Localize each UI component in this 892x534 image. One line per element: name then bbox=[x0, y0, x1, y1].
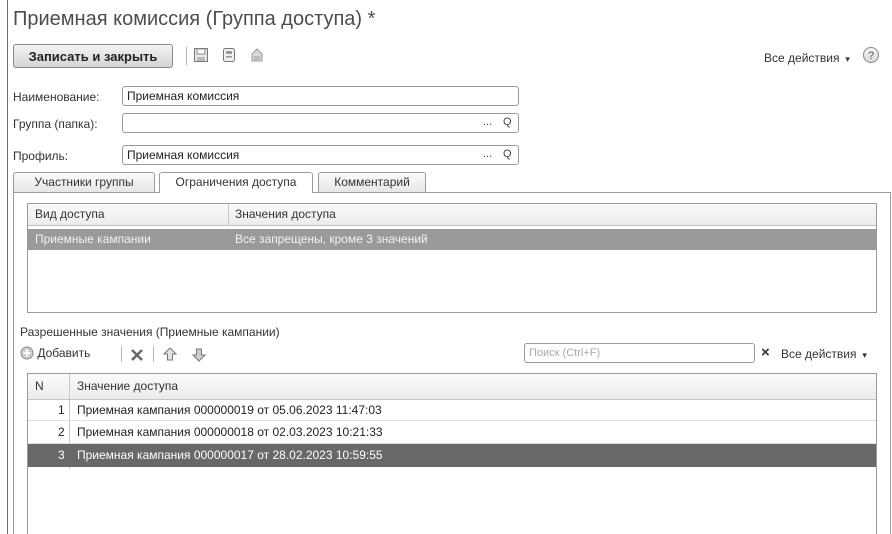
profile-label: Профиль: bbox=[13, 149, 69, 163]
group-field[interactable]: ... Q bbox=[122, 113, 519, 133]
column-divider bbox=[228, 204, 229, 225]
tab-comment[interactable]: Комментарий bbox=[318, 172, 426, 192]
column-access-type[interactable]: Вид доступа bbox=[35, 204, 105, 225]
move-up-icon[interactable] bbox=[163, 347, 177, 362]
access-type-cell: Приемные кампании bbox=[35, 232, 151, 246]
chevron-down-icon: ▾ bbox=[859, 350, 867, 360]
row-value: Приемная кампания 000000019 от 05.06.202… bbox=[77, 403, 382, 417]
window-title: Приемная комиссия (Группа доступа) * bbox=[13, 8, 376, 30]
column-access-value[interactable]: Значение доступа bbox=[77, 374, 178, 399]
tab-participants[interactable]: Участники группы bbox=[13, 172, 155, 192]
post-icon[interactable] bbox=[249, 47, 265, 63]
save-copy-icon[interactable] bbox=[221, 47, 237, 63]
table-row[interactable]: 3 Приемная кампания 000000017 от 28.02.2… bbox=[28, 444, 876, 467]
access-values-cell: Все запрещены, кроме 3 значений bbox=[235, 232, 428, 246]
delete-icon[interactable] bbox=[130, 348, 144, 362]
toolbar-separator bbox=[121, 346, 122, 362]
table-row[interactable]: Приемные кампании Все запрещены, кроме 3… bbox=[28, 229, 876, 250]
table-header: N Значение доступа bbox=[28, 374, 876, 400]
row-value: Приемная кампания 000000017 от 28.02.202… bbox=[77, 448, 383, 462]
all-actions-menu[interactable]: Все действия ▾ bbox=[764, 51, 850, 65]
row-number: 1 bbox=[58, 403, 65, 417]
chevron-down-icon: ▾ bbox=[842, 54, 850, 64]
profile-open-button[interactable]: Q bbox=[503, 148, 512, 162]
help-button[interactable]: ? bbox=[863, 47, 879, 63]
group-open-button[interactable]: Q bbox=[503, 116, 512, 130]
row-number: 3 bbox=[58, 448, 65, 462]
search-input[interactable]: Поиск (Ctrl+F) bbox=[524, 343, 755, 363]
add-button[interactable]: Добавить bbox=[20, 346, 90, 364]
all-actions-label: Все действия bbox=[764, 51, 840, 65]
profile-field[interactable]: Приемная комиссия ... Q bbox=[122, 145, 519, 165]
profile-select-button[interactable]: ... bbox=[483, 148, 492, 162]
toolbar-separator bbox=[153, 346, 154, 362]
save-and-close-button[interactable]: Записать и закрыть bbox=[13, 44, 173, 68]
save-icon[interactable] bbox=[193, 47, 209, 63]
add-label: Добавить bbox=[37, 346, 91, 360]
allowed-values-table[interactable]: N Значение доступа 1 Приемная кампания 0… bbox=[27, 373, 877, 534]
column-access-values[interactable]: Значения доступа bbox=[235, 204, 336, 225]
access-types-table[interactable]: Вид доступа Значения доступа Приемные ка… bbox=[27, 203, 877, 313]
clear-search-button[interactable]: × bbox=[761, 344, 770, 361]
toolbar-separator bbox=[186, 47, 187, 65]
name-label: Наименование: bbox=[13, 90, 100, 104]
group-label: Группа (папка): bbox=[13, 117, 98, 131]
move-down-icon[interactable] bbox=[192, 347, 206, 362]
add-icon bbox=[20, 346, 34, 360]
allowed-all-actions-menu[interactable]: Все действия ▾ bbox=[781, 347, 867, 361]
table-row[interactable]: 1 Приемная кампания 000000019 от 05.06.2… bbox=[28, 399, 876, 421]
profile-value: Приемная комиссия bbox=[127, 148, 240, 162]
all-actions-label: Все действия bbox=[781, 347, 857, 361]
table-row[interactable]: 2 Приемная кампания 000000018 от 02.03.2… bbox=[28, 421, 876, 444]
row-value: Приемная кампания 000000018 от 02.03.202… bbox=[77, 425, 383, 439]
allowed-values-title: Разрешенные значения (Приемные кампании) bbox=[20, 325, 280, 339]
column-number[interactable]: N bbox=[35, 374, 44, 399]
group-select-button[interactable]: ... bbox=[483, 116, 492, 130]
tab-access-restrictions[interactable]: Ограничения доступа bbox=[159, 172, 313, 193]
name-field[interactable]: Приемная комиссия bbox=[122, 86, 519, 106]
row-number: 2 bbox=[58, 425, 65, 439]
table-header: Вид доступа Значения доступа bbox=[28, 204, 876, 226]
